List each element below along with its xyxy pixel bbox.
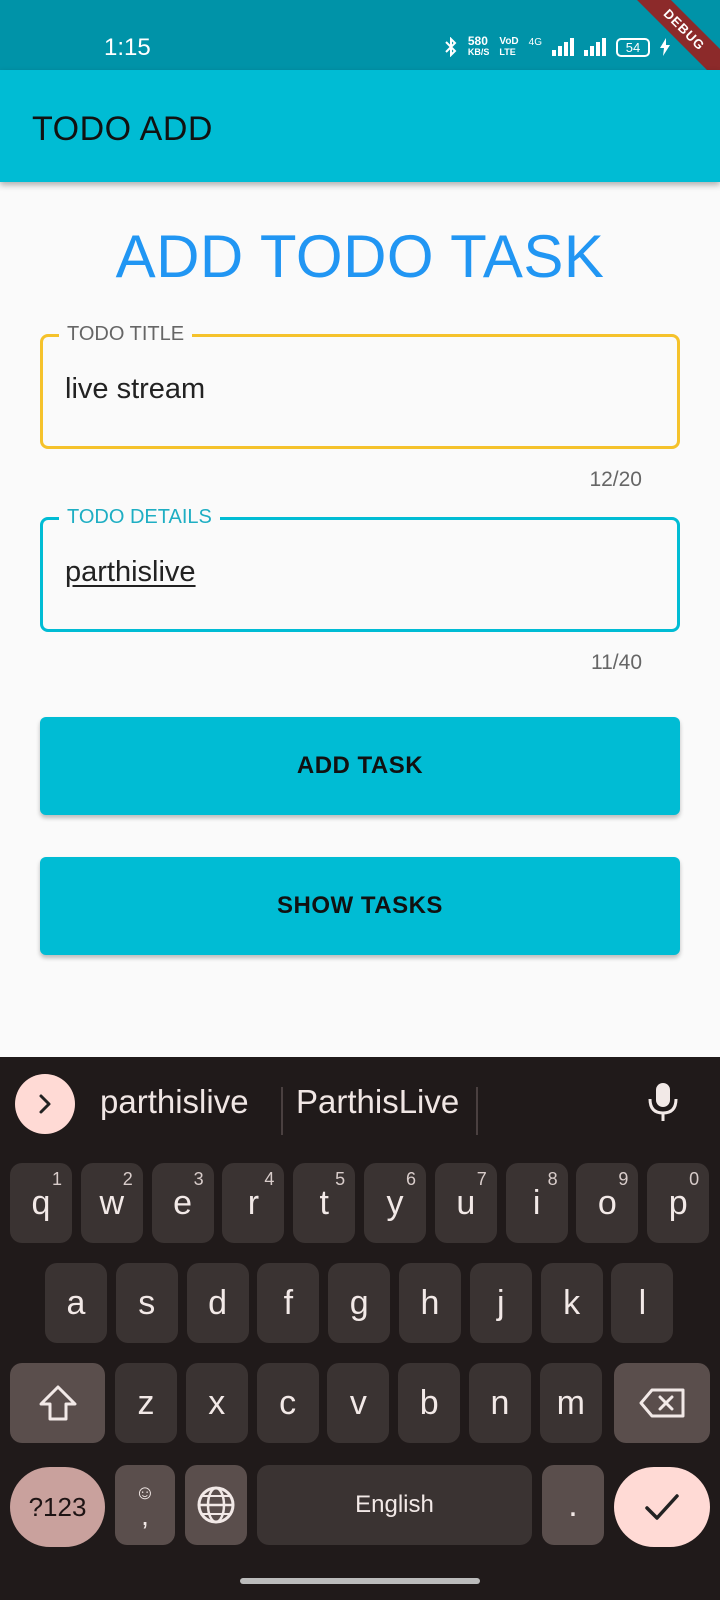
key-f[interactable]: f — [257, 1263, 320, 1343]
key-label: p — [668, 1183, 688, 1222]
checkmark-icon — [645, 1494, 679, 1520]
key-y[interactable]: y6 — [364, 1163, 426, 1243]
battery-icon: 54 — [616, 37, 650, 57]
key-z[interactable]: z — [115, 1363, 177, 1443]
key-label: t — [319, 1183, 329, 1222]
key-m[interactable]: m — [539, 1363, 602, 1443]
gesture-nav-bar[interactable] — [240, 1578, 480, 1584]
status-icons: 580 KB/S VoD LTE 4G 54 — [444, 34, 670, 58]
key-label: i — [532, 1183, 541, 1222]
suggestion-divider — [476, 1087, 478, 1135]
key-number-hint: 7 — [476, 1169, 487, 1189]
key-h[interactable]: h — [399, 1263, 461, 1343]
bluetooth-icon — [445, 37, 457, 57]
key-x[interactable]: x — [185, 1363, 248, 1443]
status-time: 1:15 — [104, 34, 151, 61]
key-l[interactable]: l — [611, 1263, 674, 1343]
backspace-icon — [639, 1388, 685, 1418]
key-number-hint: 0 — [689, 1169, 700, 1189]
key-number-hint: 1 — [51, 1169, 62, 1189]
key-label: y — [386, 1183, 404, 1222]
key-number-hint: 6 — [405, 1169, 416, 1189]
symbols-key[interactable]: ?123 — [10, 1467, 105, 1547]
app-bar: TODO ADD — [0, 70, 720, 182]
todo-title-value[interactable]: live stream — [65, 373, 205, 406]
page-heading: ADD TODO TASK — [115, 223, 605, 290]
key-label: o — [597, 1183, 617, 1222]
key-label: r — [247, 1183, 260, 1222]
suggestion-bar: parthislive ParthisLive — [0, 1057, 720, 1147]
add-task-button[interactable]: ADD TASK — [40, 717, 680, 815]
todo-details-counter: 11/40 — [591, 651, 642, 674]
key-label: u — [456, 1183, 476, 1222]
globe-icon — [197, 1486, 235, 1524]
key-label: q — [31, 1183, 51, 1222]
key-j[interactable]: j — [469, 1263, 532, 1343]
shift-key[interactable] — [10, 1363, 105, 1443]
todo-title-field[interactable]: TODO TITLE live stream — [40, 321, 680, 449]
language-key[interactable] — [185, 1465, 247, 1545]
key-e[interactable]: e3 — [151, 1163, 214, 1243]
key-u[interactable]: u7 — [434, 1163, 497, 1243]
todo-details-value[interactable]: parthislive — [65, 556, 196, 589]
shift-icon — [39, 1385, 76, 1421]
volte-top: VoD — [499, 36, 519, 47]
key-number-hint: 3 — [193, 1169, 204, 1189]
key-v[interactable]: v — [327, 1363, 390, 1443]
key-o[interactable]: o9 — [576, 1163, 639, 1243]
todo-details-field[interactable]: TODO DETAILS parthislive — [40, 504, 680, 632]
network-speed-unit: KB/S — [467, 47, 490, 57]
enter-key[interactable] — [614, 1467, 710, 1547]
suggestion-divider — [281, 1087, 283, 1135]
key-i[interactable]: i8 — [505, 1163, 568, 1243]
chevron-right-icon — [39, 1094, 51, 1114]
key-number-hint: 5 — [335, 1169, 346, 1189]
backspace-key[interactable] — [614, 1363, 710, 1443]
key-c[interactable]: c — [256, 1363, 319, 1443]
key-number-hint: 8 — [547, 1169, 558, 1189]
todo-details-label: TODO DETAILS — [59, 504, 220, 530]
charging-icon — [660, 38, 670, 56]
volte-icon: VoD LTE — [499, 36, 518, 58]
todo-add-screen: 1:15 580 KB/S VoD LTE 4G 54 DEBUG TODO A… — [0, 0, 720, 1600]
space-key[interactable]: English — [257, 1465, 532, 1545]
volte-bottom: LTE — [499, 47, 516, 57]
expand-toolbar-button[interactable] — [15, 1074, 75, 1134]
todo-title-label: TODO TITLE — [59, 321, 193, 347]
key-g[interactable]: g — [328, 1263, 391, 1343]
key-t[interactable]: t5 — [293, 1163, 356, 1243]
todo-title-counter: 12/20 — [589, 468, 642, 491]
soft-keyboard: parthislive ParthisLive q1w2e3r4t5y6u7i8… — [0, 1057, 720, 1600]
key-w[interactable]: w2 — [80, 1163, 143, 1243]
key-p[interactable]: p0 — [647, 1163, 710, 1243]
microphone-icon[interactable] — [646, 1081, 680, 1123]
status-bar: 1:15 580 KB/S VoD LTE 4G 54 DEBUG — [0, 0, 720, 88]
network-speed-value: 580 — [467, 34, 488, 48]
key-label: e — [173, 1183, 193, 1222]
network-speed: 580 KB/S — [467, 34, 490, 58]
comma-label: , — [141, 1500, 149, 1531]
key-s[interactable]: s — [115, 1263, 178, 1343]
key-a[interactable]: a — [45, 1263, 107, 1343]
key-q[interactable]: q1 — [10, 1163, 72, 1243]
period-key[interactable]: . — [542, 1465, 604, 1545]
key-number-hint: 4 — [264, 1169, 275, 1189]
signal-icon-2 — [584, 38, 606, 56]
signal-icon-1 — [552, 38, 574, 56]
key-k[interactable]: k — [540, 1263, 603, 1343]
suggestion-2[interactable]: ParthisLive — [296, 1083, 459, 1121]
key-r[interactable]: r4 — [222, 1163, 285, 1243]
key-b[interactable]: b — [398, 1363, 461, 1443]
network-type: 4G — [528, 37, 542, 48]
show-tasks-button[interactable]: SHOW TASKS — [40, 857, 680, 955]
key-number-hint: 2 — [122, 1169, 133, 1189]
suggestion-1[interactable]: parthislive — [100, 1083, 249, 1121]
key-number-hint: 9 — [618, 1169, 629, 1189]
key-label: w — [99, 1183, 125, 1222]
key-n[interactable]: n — [469, 1363, 531, 1443]
app-title: TODO ADD — [32, 110, 213, 148]
key-d[interactable]: d — [186, 1263, 249, 1343]
emoji-comma-key[interactable]: ☺ , — [115, 1465, 175, 1545]
